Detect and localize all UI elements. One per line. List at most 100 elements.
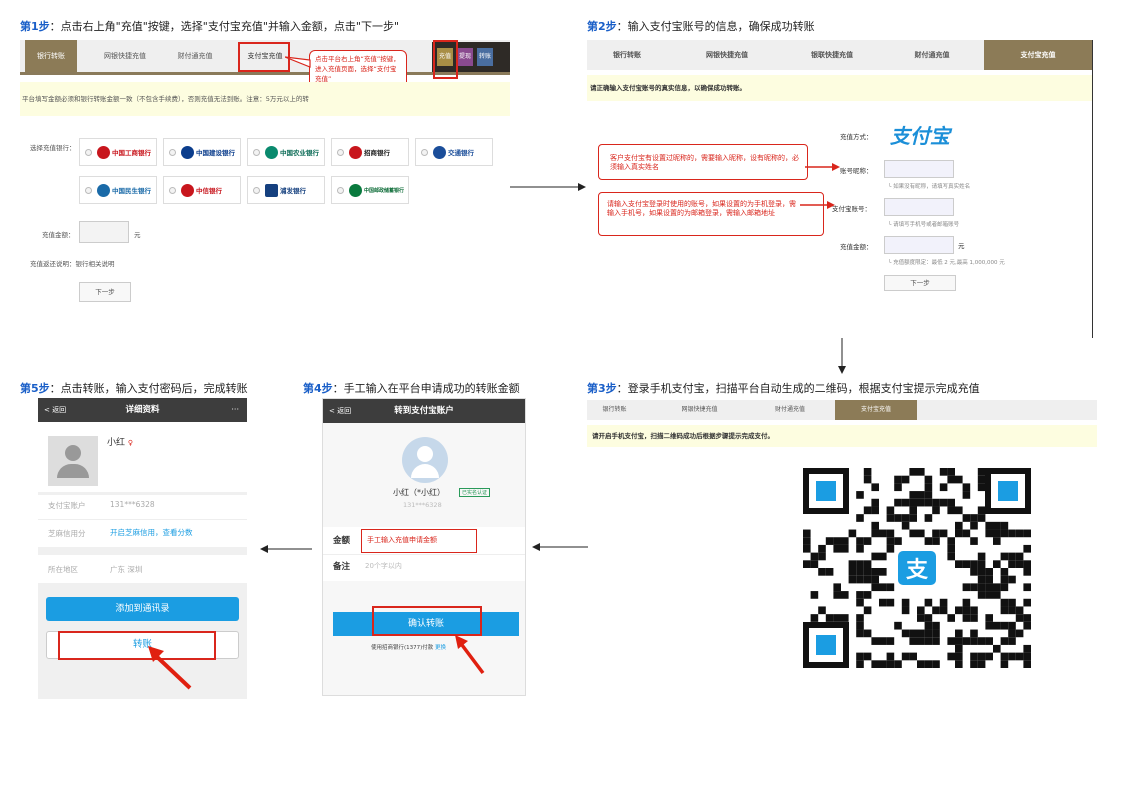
qr-module <box>977 483 986 492</box>
qr-module <box>810 552 819 561</box>
step5-title: 第5步：点击转账，输入支付密码后，完成转账 <box>20 382 248 395</box>
bank-abc[interactable]: 中国农业银行 <box>247 138 325 166</box>
qr-module <box>947 475 955 484</box>
bank-psbc[interactable]: 中国邮政储蓄银行 <box>331 176 409 204</box>
more-icon[interactable]: ··· <box>231 398 239 422</box>
qr-module <box>924 660 933 668</box>
qr-module <box>901 606 910 615</box>
tab-tenpay[interactable]: 财付通充值 <box>765 400 815 420</box>
bank-cmb[interactable]: 招商银行 <box>331 138 409 166</box>
tab-alipay[interactable]: 支付宝充值 <box>984 40 1092 70</box>
bank-spdb[interactable]: 浦发银行 <box>247 176 325 204</box>
note-input[interactable]: 20个字以内 <box>365 561 402 571</box>
qr-module <box>871 575 879 584</box>
bank-cmbc[interactable]: 中国民生银行 <box>79 176 157 204</box>
qr-module <box>985 529 993 538</box>
qr-module <box>879 637 887 645</box>
qr-module <box>932 660 940 668</box>
qr-module <box>894 621 902 630</box>
qr-module <box>886 544 895 553</box>
radio-icon[interactable] <box>169 149 176 156</box>
acct-label: 支付宝账户 <box>48 501 86 510</box>
panel3-notice: 请开启手机支付宝，扫描二维码成功后根据步骤提示完成支付。 <box>587 425 1097 447</box>
p2-amount-input[interactable] <box>884 236 954 254</box>
radio-icon[interactable] <box>85 149 92 156</box>
qr-module <box>886 652 895 661</box>
tab-tenpay[interactable]: 财付通充值 <box>170 40 220 72</box>
qr-module <box>848 560 857 568</box>
change-link[interactable]: 更换 <box>435 645 446 651</box>
qr-module <box>856 629 864 638</box>
radio-icon[interactable] <box>169 187 176 194</box>
tab-bank-transfer[interactable]: 银行转账 <box>597 40 657 70</box>
qr-module <box>932 606 940 615</box>
qr-module <box>962 637 971 645</box>
radio-icon[interactable] <box>253 187 260 194</box>
qr-module <box>1000 529 1009 538</box>
qr-module <box>825 614 834 622</box>
qr-module <box>977 475 986 484</box>
tab-bank-transfer[interactable]: 银行转账 <box>592 400 637 420</box>
arrow-left-icon <box>260 545 312 553</box>
qr-module <box>917 637 925 645</box>
add-contact-button[interactable]: 添加到通讯录 <box>46 597 239 621</box>
tab-tenpay[interactable]: 财付通充值 <box>897 40 967 70</box>
qr-module <box>985 591 993 599</box>
qr-module <box>901 498 910 507</box>
bank-ccb[interactable]: 中国建设银行 <box>163 138 241 166</box>
qr-module <box>856 537 864 545</box>
radio-icon[interactable] <box>253 149 260 156</box>
tab-bank-transfer[interactable]: 银行转账 <box>25 40 77 72</box>
p2-next-button[interactable]: 下一步 <box>884 275 956 291</box>
tab-unionpay[interactable]: 银联快捷充值 <box>797 40 867 70</box>
qr-module <box>1015 629 1024 638</box>
tab-online-banking[interactable]: 网银快捷充值 <box>95 40 155 72</box>
qr-module <box>863 591 872 599</box>
radio-icon[interactable] <box>85 187 92 194</box>
next-button[interactable]: 下一步 <box>79 282 131 302</box>
qr-module <box>939 598 948 607</box>
tab-alipay[interactable]: 支付宝充值 <box>835 400 917 420</box>
psbc-logo-icon <box>349 184 362 197</box>
amount-input[interactable] <box>79 221 129 243</box>
tab-online-banking[interactable]: 网银快捷充值 <box>692 40 762 70</box>
bank-bocom[interactable]: 交通银行 <box>415 138 493 166</box>
qr-module <box>924 491 933 499</box>
withdraw-button[interactable]: 提现 <box>457 48 473 66</box>
gender-icon: ♀ <box>127 439 134 447</box>
qr-module <box>894 537 902 545</box>
qr-module <box>1000 583 1009 592</box>
qr-module <box>932 537 940 545</box>
qr-module <box>810 614 819 622</box>
qr-module <box>985 568 993 576</box>
qr-module <box>970 560 978 568</box>
qr-module <box>818 552 826 561</box>
qr-module <box>863 568 872 576</box>
account-input[interactable] <box>884 198 954 216</box>
radio-icon[interactable] <box>421 149 428 156</box>
tab-online-banking[interactable]: 网银快捷充值 <box>672 400 727 420</box>
nickname-input[interactable] <box>884 160 954 178</box>
bank-citic[interactable]: 中信银行 <box>163 176 241 204</box>
cmbc-logo-icon <box>97 184 110 197</box>
credit-link[interactable]: 开启芝麻信用，查看分数 <box>110 527 193 538</box>
qr-module <box>863 652 872 661</box>
qr-module <box>909 529 917 538</box>
radio-icon[interactable] <box>337 187 344 194</box>
radio-icon[interactable] <box>337 149 344 156</box>
qr-module <box>917 529 925 538</box>
qr-module <box>947 498 955 507</box>
qr-module <box>939 606 948 615</box>
panel1-notice: 平台填写金额必须和银行转账金额一致（不包含手续费），否则充值无法到账。注意：5万… <box>20 82 510 116</box>
qr-module <box>977 506 986 515</box>
bank-icbc[interactable]: 中国工商银行 <box>79 138 157 166</box>
qr-module <box>993 583 1001 592</box>
qr-module <box>970 521 978 530</box>
qr-module <box>886 637 895 645</box>
amount-input[interactable]: 手工输入充值申请金额 <box>361 529 477 553</box>
qr-module <box>833 583 841 592</box>
panel3-tab-bar: 银行转账 网银快捷充值 财付通充值 支付宝充值 <box>587 400 1097 420</box>
method-label: 充值方式： <box>840 133 873 141</box>
transfer-button[interactable]: 转账 <box>477 48 493 66</box>
qr-module <box>977 583 986 592</box>
